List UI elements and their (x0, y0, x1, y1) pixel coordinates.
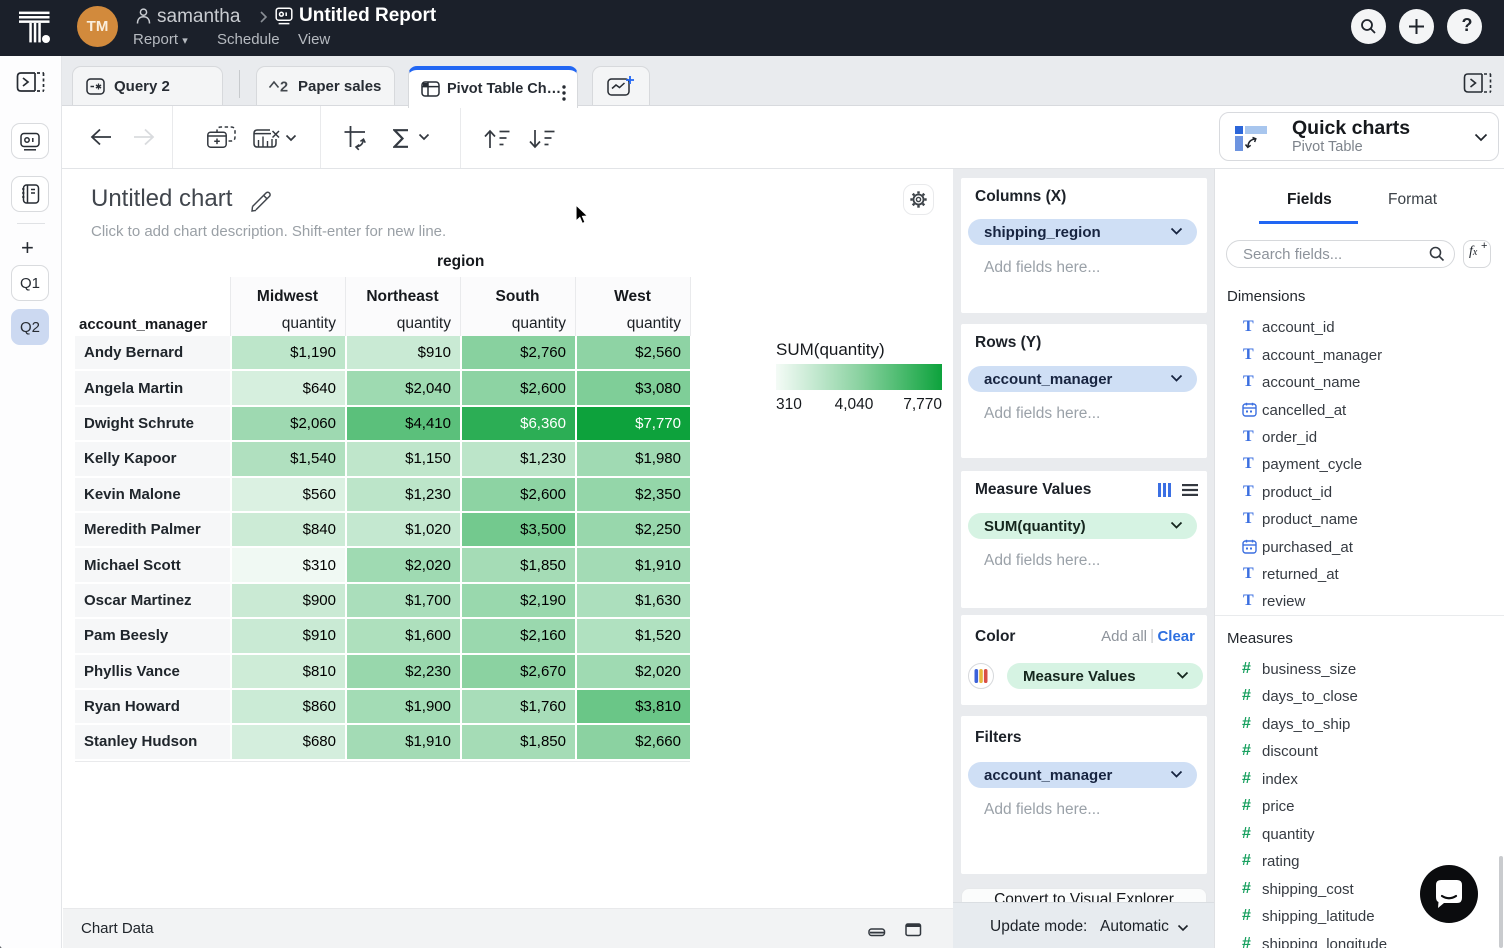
svg-text:2: 2 (280, 80, 288, 95)
